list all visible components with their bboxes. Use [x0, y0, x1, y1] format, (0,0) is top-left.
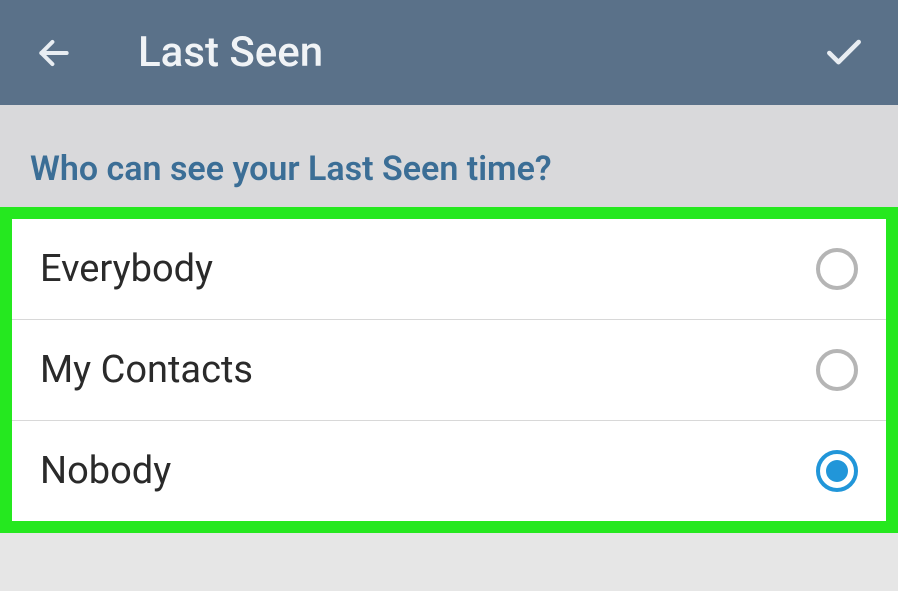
- radio-icon: [816, 349, 858, 391]
- option-label: Nobody: [40, 449, 171, 493]
- option-label: My Contacts: [40, 348, 253, 392]
- option-everybody[interactable]: Everybody: [12, 219, 886, 320]
- radio-inner-dot: [826, 460, 848, 482]
- radio-icon-selected: [816, 450, 858, 492]
- options-list: Everybody My Contacts Nobody: [0, 207, 898, 533]
- header-gap: [0, 105, 898, 119]
- section-title: Who can see your Last Seen time?: [30, 149, 868, 189]
- section-header: Who can see your Last Seen time?: [0, 119, 898, 207]
- app-header: Last Seen: [0, 0, 898, 105]
- option-label: Everybody: [40, 247, 213, 291]
- confirm-button[interactable]: [820, 29, 868, 77]
- option-my-contacts[interactable]: My Contacts: [12, 320, 886, 421]
- option-nobody[interactable]: Nobody: [12, 421, 886, 521]
- radio-icon: [816, 248, 858, 290]
- page-title: Last Seen: [138, 28, 820, 77]
- check-icon: [822, 31, 866, 75]
- back-button[interactable]: [30, 29, 78, 77]
- arrow-left-icon: [35, 34, 73, 72]
